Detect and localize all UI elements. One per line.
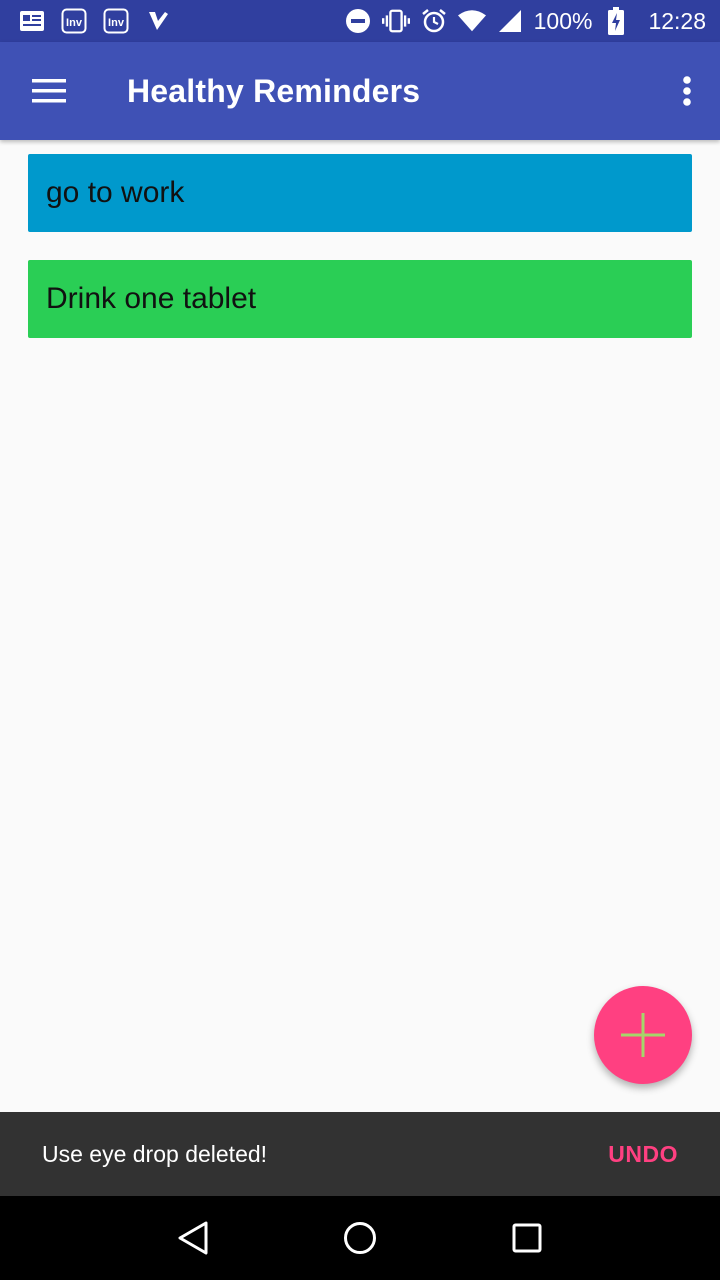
reminder-label: Drink one tablet <box>46 282 257 315</box>
status-bar: Inv Inv 100% 12:28 <box>0 0 720 42</box>
plus-icon <box>621 1013 665 1057</box>
navigation-bar <box>0 1196 720 1280</box>
snackbar: Use eye drop deleted! UNDO <box>0 1112 720 1196</box>
recents-icon[interactable] <box>497 1208 557 1268</box>
svg-text:Inv: Inv <box>108 17 125 29</box>
app-bar: Healthy Reminders <box>0 42 720 140</box>
hamburger-menu-icon[interactable] <box>19 61 79 121</box>
undo-button[interactable]: UNDO <box>608 1141 678 1168</box>
system-status: 100% 12:28 <box>344 7 706 35</box>
inv-icon: Inv <box>102 7 130 35</box>
more-vert-icon[interactable] <box>672 61 702 121</box>
news-icon <box>18 7 46 35</box>
page-title: Healthy Reminders <box>127 72 421 109</box>
vibrate-icon <box>381 7 410 35</box>
add-reminder-button[interactable] <box>594 986 692 1084</box>
snackbar-message: Use eye drop deleted! <box>42 1140 268 1167</box>
reminder-list: go to work Drink one tablet <box>28 154 692 366</box>
back-icon[interactable] <box>163 1208 223 1268</box>
notification-icons: Inv Inv <box>18 7 172 35</box>
home-icon[interactable] <box>330 1208 390 1268</box>
battery-percent: 100% <box>533 7 593 34</box>
svg-text:Inv: Inv <box>66 17 83 29</box>
reminder-item[interactable]: Drink one tablet <box>28 260 692 338</box>
battery-charging-icon <box>602 7 630 35</box>
cell-signal-icon <box>496 7 524 35</box>
check-app-icon <box>144 7 172 35</box>
inv-icon: Inv <box>60 7 88 35</box>
do-not-disturb-icon <box>344 7 372 35</box>
screen: Inv Inv 100% 12:28 Healthy Reminders go … <box>0 0 720 1280</box>
alarm-icon <box>420 7 448 35</box>
wifi-icon <box>457 7 486 35</box>
reminder-item[interactable]: go to work <box>28 154 692 232</box>
clock: 12:28 <box>648 7 706 34</box>
reminder-label: go to work <box>46 176 185 209</box>
